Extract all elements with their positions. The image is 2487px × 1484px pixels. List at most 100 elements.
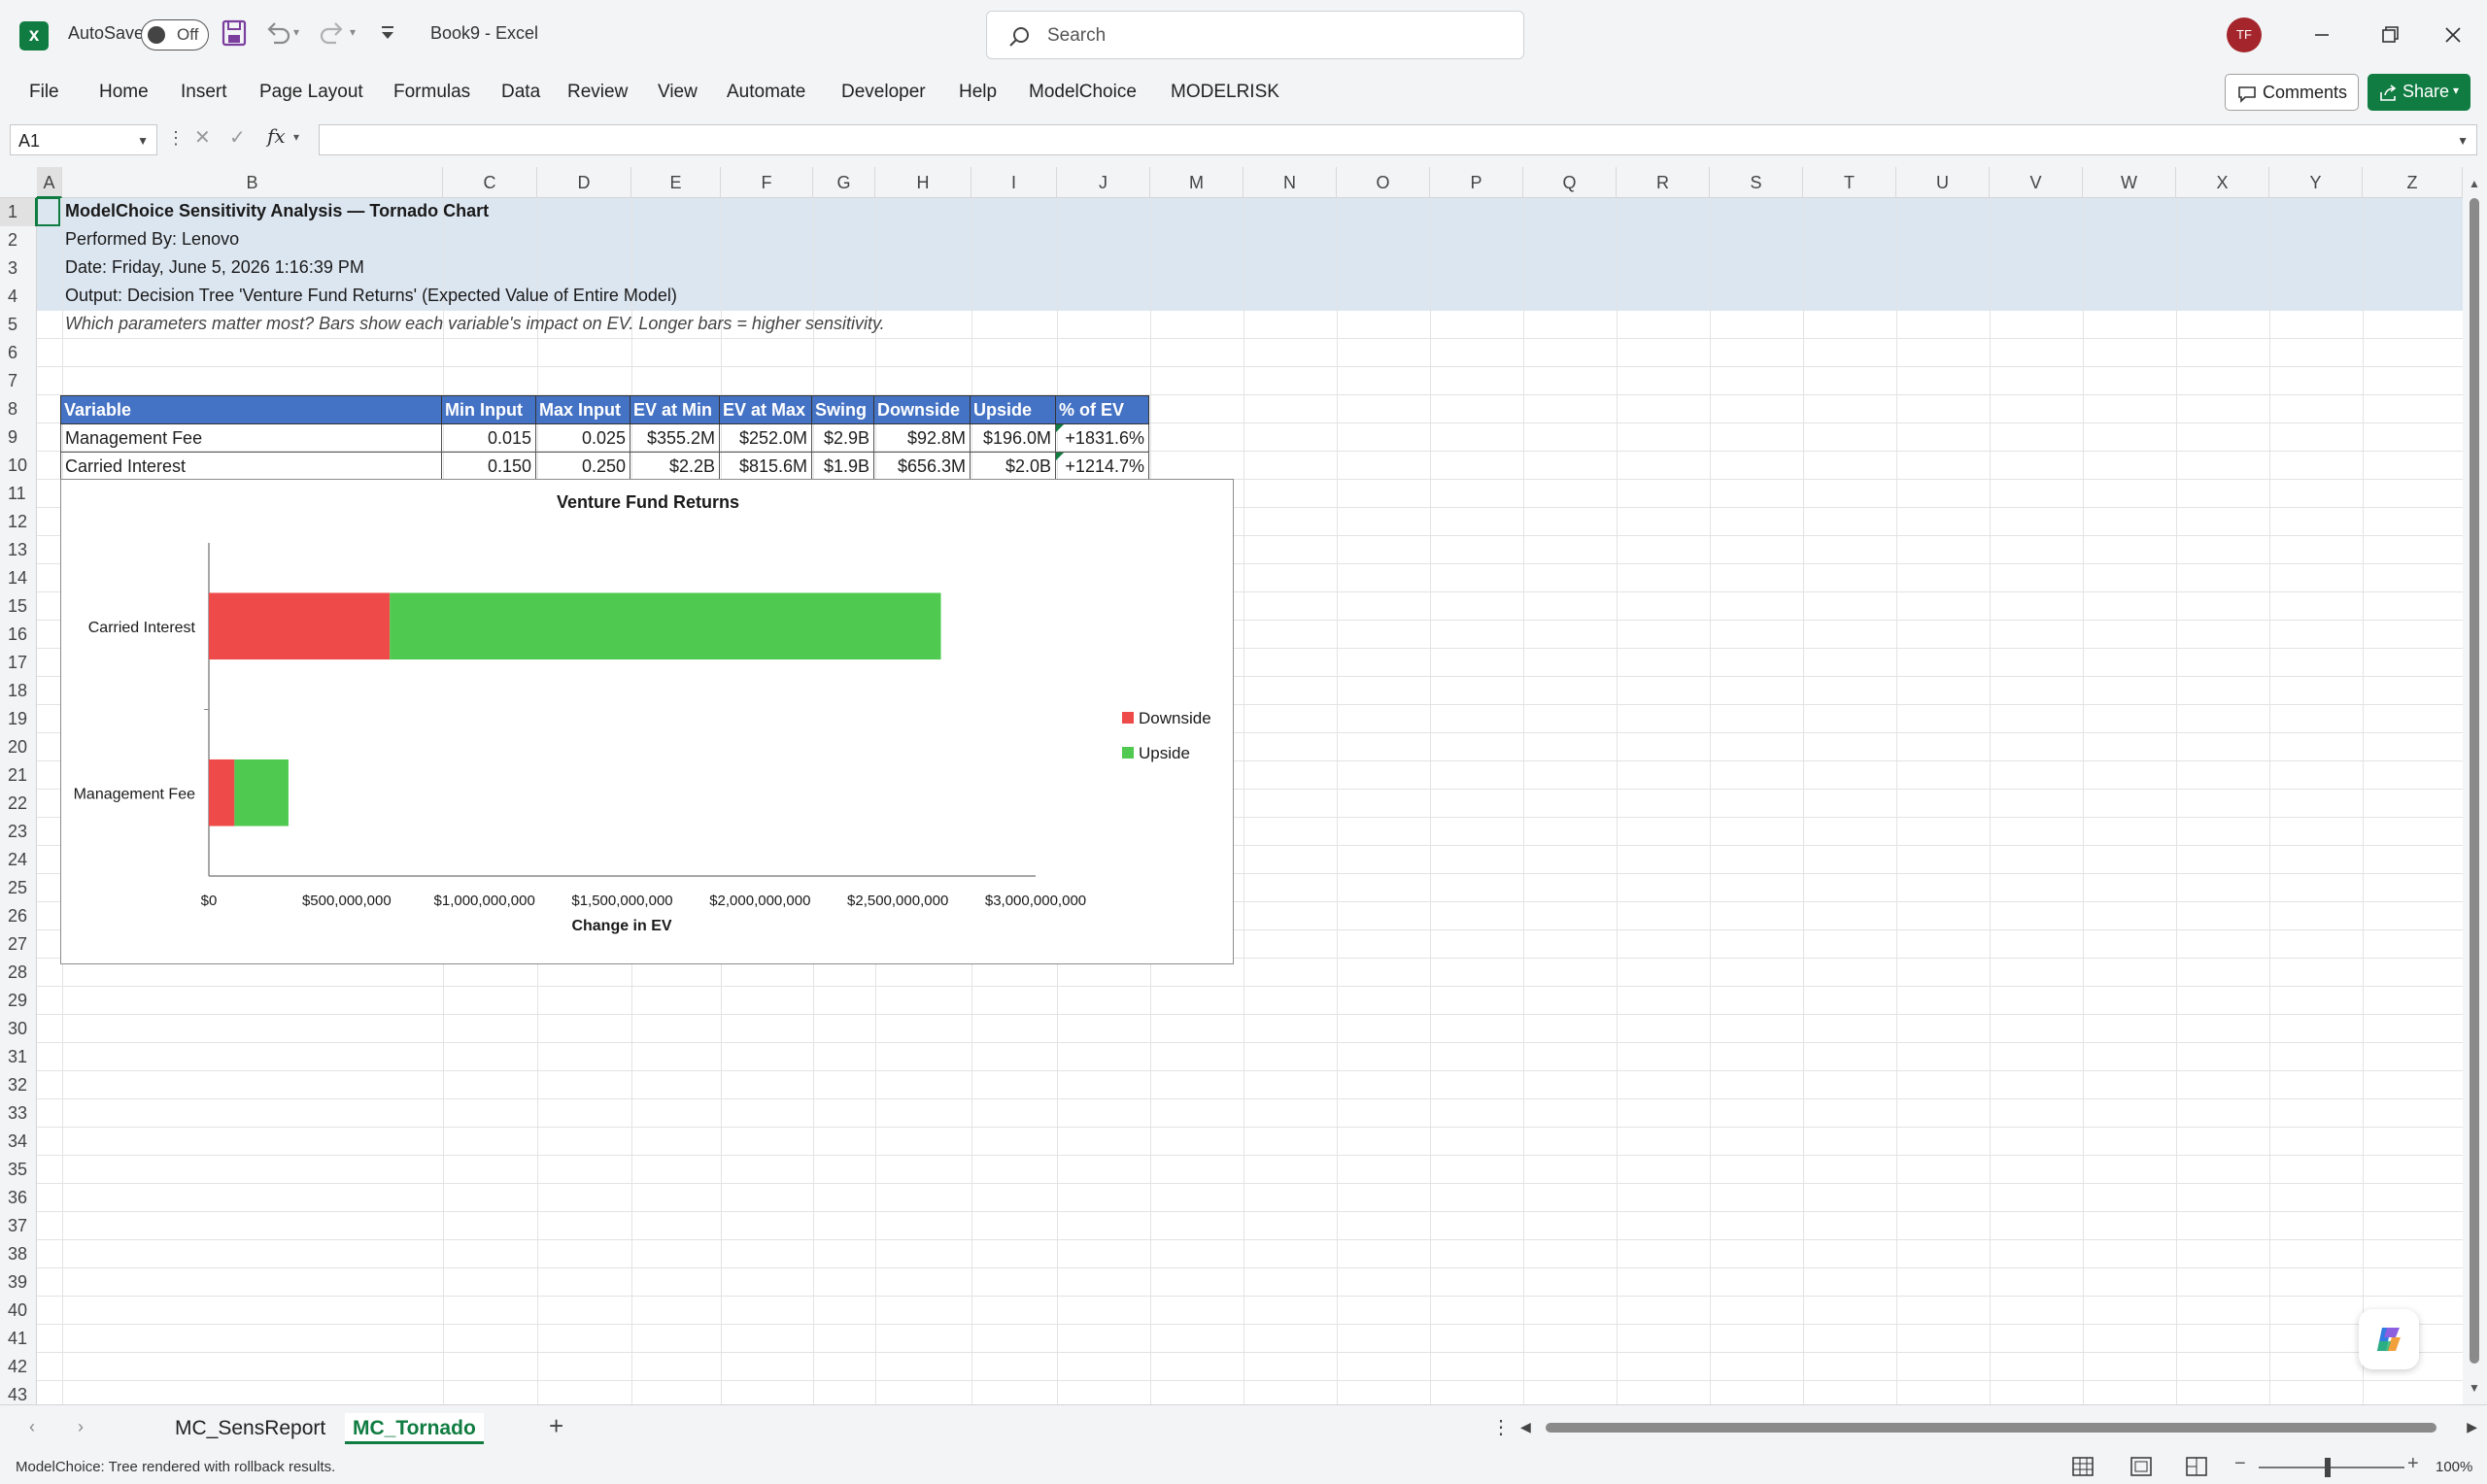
row-header[interactable]: 41 (0, 1325, 37, 1353)
expand-formula-icon[interactable]: ▼ (2457, 134, 2469, 148)
column-header[interactable]: T (1803, 167, 1896, 198)
column-header-cell[interactable]: Swing (811, 395, 874, 424)
customize-qat-icon[interactable] (379, 23, 396, 48)
minimize-icon[interactable] (2302, 17, 2341, 52)
undo-dropdown-icon[interactable]: ▾ (293, 25, 299, 39)
column-header[interactable]: S (1710, 167, 1803, 198)
selected-cell-a1[interactable] (36, 197, 60, 226)
row-header[interactable]: 38 (0, 1240, 37, 1268)
table-cell[interactable]: $1.9B (811, 452, 874, 481)
tab-developer[interactable]: Developer (841, 82, 926, 103)
enter-icon[interactable]: ✓ (229, 125, 246, 150)
page-break-icon[interactable] (2186, 1457, 2207, 1476)
tab-modelchoice[interactable]: ModelChoice (1029, 82, 1137, 103)
table-cell[interactable]: +1214.7% (1055, 452, 1149, 481)
column-header[interactable]: W (2083, 167, 2176, 198)
autosave-toggle[interactable]: Off (141, 19, 209, 51)
row-header[interactable]: 32 (0, 1071, 37, 1099)
column-header[interactable]: X (2176, 167, 2269, 198)
row-header[interactable]: 33 (0, 1099, 37, 1128)
column-header[interactable]: F (721, 167, 813, 198)
column-header[interactable]: H (875, 167, 971, 198)
row-header[interactable]: 27 (0, 930, 37, 959)
chevron-left-icon[interactable]: ‹ (29, 1417, 35, 1437)
row-header[interactable]: 37 (0, 1212, 37, 1240)
row-header[interactable]: 1 (0, 198, 37, 226)
scroll-up-icon[interactable]: ▲ (2469, 177, 2480, 190)
table-cell[interactable]: $252.0M (719, 423, 812, 453)
row-header[interactable]: 2 (0, 226, 37, 254)
tab-insert[interactable]: Insert (181, 82, 227, 103)
table-cell[interactable]: $2.9B (811, 423, 874, 453)
tab-modelrisk[interactable]: MODELRISK (1171, 82, 1279, 103)
row-header[interactable]: 3 (0, 254, 37, 283)
table-cell[interactable]: $815.6M (719, 452, 812, 481)
column-header-cell[interactable]: Min Input (441, 395, 536, 424)
column-header[interactable]: V (1990, 167, 2083, 198)
column-header[interactable]: I (971, 167, 1057, 198)
table-cell[interactable]: $2.0B (970, 452, 1056, 481)
chevron-right-icon[interactable]: › (78, 1417, 84, 1437)
add-sheet-icon[interactable]: + (549, 1411, 563, 1441)
row-header[interactable]: 34 (0, 1128, 37, 1156)
redo-dropdown-icon[interactable]: ▾ (350, 25, 356, 39)
row-header[interactable]: 4 (0, 283, 37, 311)
tornado-chart[interactable]: Venture Fund Returns Carried Interest Mana… (60, 479, 1234, 964)
tab-home[interactable]: Home (99, 82, 149, 103)
close-icon[interactable] (2434, 17, 2472, 52)
vertical-scrollbar[interactable]: ▲ ▼ (2463, 167, 2487, 1404)
tab-help[interactable]: Help (959, 82, 997, 103)
copilot-button[interactable] (2359, 1309, 2419, 1369)
sheet-tab-mc-sensreport[interactable]: MC_SensReport (167, 1413, 333, 1444)
row-header[interactable]: 9 (0, 423, 37, 452)
row-header[interactable]: 22 (0, 790, 37, 818)
row-header[interactable]: 19 (0, 705, 37, 733)
table-cell[interactable]: $355.2M (630, 423, 720, 453)
formula-input[interactable]: ▼ (319, 124, 2477, 155)
column-header[interactable]: D (537, 167, 631, 198)
sheet-tab-mc-tornado[interactable]: MC_Tornado (345, 1413, 484, 1444)
row-header[interactable]: 14 (0, 564, 37, 592)
column-header[interactable]: C (443, 167, 537, 198)
column-header-cell[interactable]: Upside (970, 395, 1056, 424)
row-header[interactable]: 10 (0, 452, 37, 480)
row-header[interactable]: 18 (0, 677, 37, 705)
row-header[interactable]: 15 (0, 592, 37, 621)
cancel-icon[interactable]: ✕ (194, 125, 211, 150)
column-header[interactable]: Q (1523, 167, 1617, 198)
table-cell[interactable]: 0.015 (441, 423, 536, 453)
cell-area[interactable]: ModelChoice Sensitivity Analysis — Torna… (36, 197, 2463, 1404)
row-header[interactable]: 39 (0, 1268, 37, 1297)
zoom-out-icon[interactable]: − (2234, 1453, 2246, 1475)
row-header[interactable]: 31 (0, 1043, 37, 1071)
tab-view[interactable]: View (658, 82, 698, 103)
redo-icon[interactable] (319, 19, 346, 51)
column-header-cell[interactable]: Downside (873, 395, 971, 424)
scrollbar-thumb[interactable] (1546, 1423, 2436, 1433)
normal-view-icon[interactable] (2072, 1457, 2094, 1476)
table-cell[interactable]: $92.8M (873, 423, 971, 453)
row-header[interactable]: 28 (0, 959, 37, 987)
column-header[interactable]: A (37, 167, 62, 198)
table-cell[interactable]: +1831.6% (1055, 423, 1149, 453)
row-header[interactable]: 24 (0, 846, 37, 874)
column-header[interactable]: P (1430, 167, 1523, 198)
page-layout-icon[interactable] (2130, 1457, 2152, 1476)
row-header[interactable]: 5 (0, 311, 37, 339)
horizontal-scrollbar[interactable]: ◀ ▶ (1520, 1419, 2477, 1436)
row-header[interactable]: 26 (0, 902, 37, 930)
row-header[interactable]: 43 (0, 1381, 37, 1404)
tab-review[interactable]: Review (567, 82, 628, 103)
column-header[interactable]: N (1244, 167, 1337, 198)
table-cell[interactable]: 0.025 (535, 423, 630, 453)
zoom-slider[interactable] (2259, 1467, 2404, 1468)
tab-data[interactable]: Data (501, 82, 540, 103)
table-cell[interactable]: 0.250 (535, 452, 630, 481)
column-header-cell[interactable]: Max Input (535, 395, 630, 424)
row-header[interactable]: 13 (0, 536, 37, 564)
table-cell[interactable]: 0.150 (441, 452, 536, 481)
user-avatar[interactable]: TF (2227, 17, 2262, 52)
row-header[interactable]: 30 (0, 1015, 37, 1043)
tab-page-layout[interactable]: Page Layout (259, 82, 363, 103)
row-header[interactable]: 17 (0, 649, 37, 677)
